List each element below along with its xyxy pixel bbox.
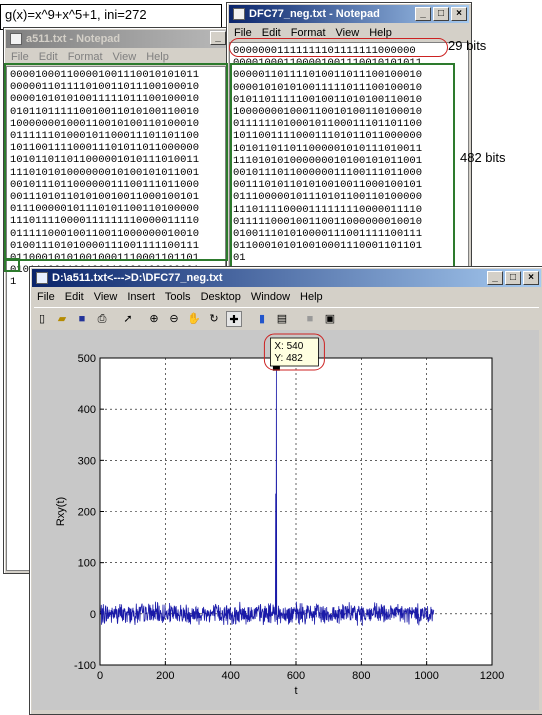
show-plot-tools-icon[interactable]: ▣ [322, 311, 338, 327]
datatip-y-label: Y: 482 [274, 353, 303, 364]
zoom-in-icon[interactable]: ⊕ [146, 311, 162, 327]
open-file-icon[interactable]: ▰ [54, 311, 70, 327]
hide-plot-tools-icon[interactable]: ■ [302, 311, 318, 327]
figure-title: D:\a511.txt<--->D:\DFC77_neg.txt [52, 272, 223, 284]
edit-plot-arrow-icon[interactable]: ➚ [120, 311, 136, 327]
figure-toolbar: ▯ ▰ ■ ⎙ ➚ ⊕ ⊖ ✋ ↻ ✚ ▮ ▤ ■ ▣ [34, 307, 539, 331]
y-tick-label: 500 [78, 353, 96, 365]
figure-window[interactable]: D:\a511.txt<--->D:\DFC77_neg.txt _ □ × F… [29, 266, 542, 715]
x-tick-label: 600 [287, 670, 305, 682]
datatip-x-label: X: 540 [274, 341, 303, 352]
pan-hand-icon[interactable]: ✋ [186, 311, 202, 327]
dfc77-data-box [230, 63, 455, 268]
menu-insert[interactable]: Insert [127, 291, 155, 303]
y-tick-label: 300 [78, 455, 96, 467]
figure-title-bar[interactable]: D:\a511.txt<--->D:\DFC77_neg.txt [32, 269, 541, 287]
y-tick-label: 100 [78, 558, 96, 570]
close-button[interactable]: × [523, 271, 539, 285]
x-tick-label: 1000 [414, 670, 438, 682]
x-tick-label: 0 [97, 670, 103, 682]
menu-file[interactable]: File [37, 291, 55, 303]
x-tick-label: 800 [352, 670, 370, 682]
maximize-button[interactable]: □ [433, 7, 449, 21]
notepad-icon [10, 33, 22, 45]
legend-icon[interactable]: ▤ [274, 311, 290, 327]
close-button[interactable]: × [451, 7, 467, 21]
plot-area[interactable]: 0 200 400 600 800 1000 1200-100010020030040050… [32, 330, 539, 710]
maximize-button[interactable]: □ [505, 271, 521, 285]
figure-icon [36, 272, 48, 284]
menu-edit[interactable]: Edit [39, 51, 58, 63]
x-tick-label: 400 [221, 670, 239, 682]
menu-view[interactable]: View [113, 51, 137, 63]
minimize-button[interactable]: _ [487, 271, 503, 285]
figure-canvas[interactable]: 0 200 400 600 800 1000 1200 -100 0 100 200 300 400 50… [32, 330, 539, 710]
a511-title-bar[interactable]: a511.txt - Notepad [6, 30, 226, 48]
menu-file[interactable]: File [11, 51, 29, 63]
x-tick-label: 1200 [480, 670, 504, 682]
minimize-button[interactable]: _ [210, 31, 226, 45]
print-icon[interactable]: ⎙ [94, 311, 110, 327]
x-axis-label: t [294, 685, 297, 697]
data-cursor-icon[interactable]: ✚ [226, 311, 242, 327]
y-tick-label: 400 [78, 404, 96, 416]
bits482-label: 482 bits [460, 150, 506, 165]
rotate-3d-icon[interactable]: ↻ [206, 311, 222, 327]
figure-menubar: File Edit View Insert Tools Desktop Wind… [32, 288, 541, 306]
minimize-button[interactable]: _ [415, 7, 431, 21]
a511-data-box [4, 63, 228, 261]
menu-window[interactable]: Window [251, 291, 290, 303]
y-tick-label: -100 [74, 660, 96, 672]
menu-desktop[interactable]: Desktop [201, 291, 241, 303]
menu-help[interactable]: Help [300, 291, 323, 303]
zoom-out-icon[interactable]: ⊖ [166, 311, 182, 327]
notepad-icon [233, 8, 245, 20]
menu-format[interactable]: Format [68, 51, 103, 63]
dfc77-title: DFC77_neg.txt - Notepad [249, 8, 380, 20]
trailing-bit-box [4, 258, 20, 272]
y-axis-label: Rxy(t) [55, 497, 67, 526]
y-tick-label: 200 [78, 507, 96, 519]
x-tick-label: 200 [156, 670, 174, 682]
a511-title: a511.txt - Notepad [26, 33, 121, 45]
menu-tools[interactable]: Tools [165, 291, 191, 303]
bits29-label: 29 bits [448, 38, 487, 53]
header-bits-ellipse [229, 38, 448, 57]
colorbar-icon[interactable]: ▮ [254, 311, 270, 327]
menu-view[interactable]: View [94, 291, 118, 303]
y-tick-label: 0 [90, 609, 96, 621]
menu-edit[interactable]: Edit [65, 291, 84, 303]
new-figure-icon[interactable]: ▯ [34, 311, 50, 327]
save-icon[interactable]: ■ [74, 311, 90, 327]
menu-help[interactable]: Help [146, 51, 169, 63]
